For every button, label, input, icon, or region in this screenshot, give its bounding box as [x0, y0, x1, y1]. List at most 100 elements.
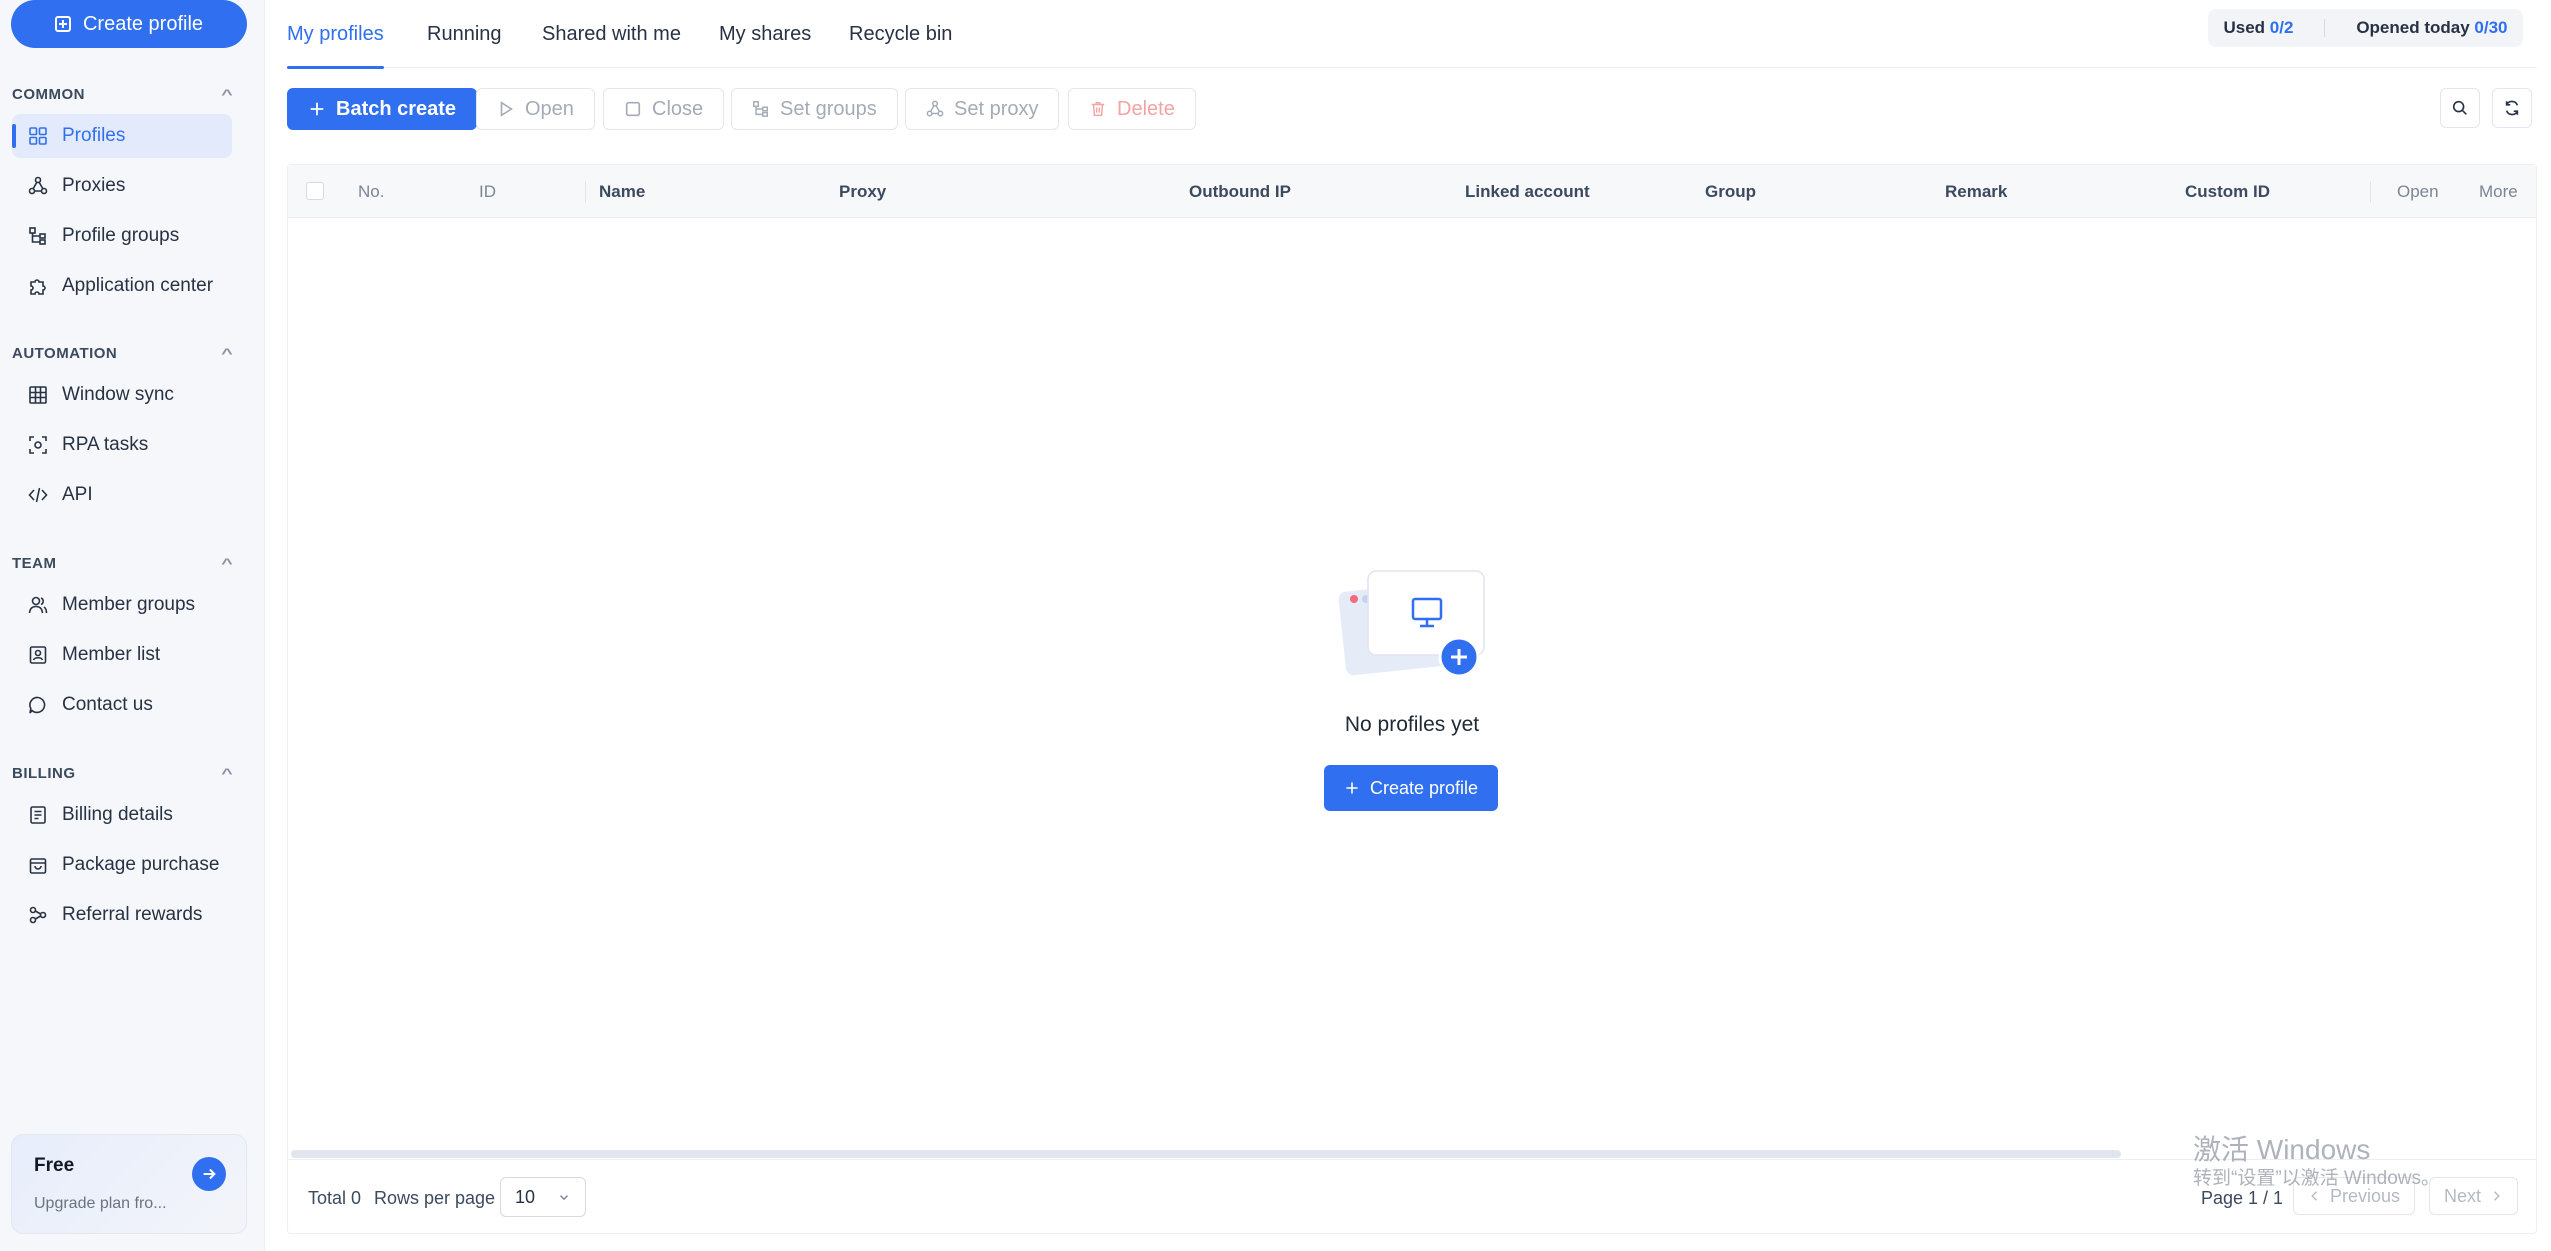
section-billing[interactable]: BILLING ^ — [12, 762, 234, 784]
set-groups-button[interactable]: Set groups — [731, 88, 898, 130]
tab-shared-with-me[interactable]: Shared with me — [542, 0, 681, 68]
chevron-up-icon: ^ — [221, 345, 234, 361]
chat-bubble-icon — [29, 696, 46, 714]
column-no[interactable]: No. — [358, 165, 384, 218]
section-automation-label: AUTOMATION — [12, 344, 118, 362]
refresh-button[interactable] — [2492, 88, 2532, 128]
top-tabs: My profiles Running Shared with me My sh… — [287, 0, 2537, 69]
rows-per-page-label: Rows per page — [374, 1187, 496, 1208]
upgrade-plan-card[interactable]: Free Upgrade plan fro... — [11, 1134, 247, 1234]
rows-per-page-select[interactable]: 10 — [500, 1177, 586, 1217]
next-page-button[interactable]: Next — [2429, 1177, 2519, 1215]
shopping-bag-icon — [29, 858, 47, 874]
tab-recycle-bin[interactable]: Recycle bin — [849, 0, 952, 68]
sidebar-item-rpa-tasks[interactable]: RPA tasks — [12, 423, 232, 467]
sidebar-item-proxies[interactable]: Proxies — [12, 164, 232, 208]
empty-state-text: No profiles yet — [1344, 713, 1480, 736]
trash-icon — [1091, 101, 1105, 117]
windows-activation-watermark: 激活 Windows — [2193, 1134, 2371, 1165]
opened-today-count: Opened today 0/30 — [2356, 18, 2508, 37]
tree-icon — [29, 227, 46, 245]
sidebar-item-label: API — [62, 484, 93, 505]
create-profile-label: Create profile — [82, 12, 204, 35]
select-all-checkbox[interactable] — [306, 182, 324, 200]
total-count: Total 0 — [308, 1187, 362, 1208]
search-button[interactable] — [2440, 88, 2480, 128]
sidebar-item-package-purchase[interactable]: Package purchase — [12, 843, 232, 887]
section-common[interactable]: COMMON ^ — [12, 83, 234, 105]
sidebar-item-label: RPA tasks — [62, 434, 149, 455]
sidebar-item-referral-rewards[interactable]: Referral rewards — [12, 893, 232, 937]
tab-running[interactable]: Running — [427, 0, 502, 68]
open-button[interactable]: Open — [476, 88, 595, 130]
column-custom-id[interactable]: Custom ID — [2185, 165, 2270, 218]
empty-monitor-illustration — [1338, 570, 1485, 678]
sidebar-item-label: Window sync — [62, 384, 174, 405]
share-link-icon — [29, 906, 47, 924]
search-icon — [2452, 100, 2467, 115]
column-more[interactable]: More — [2479, 165, 2518, 218]
play-icon — [500, 101, 513, 117]
batch-create-label: Batch create — [336, 97, 457, 120]
sidebar-item-member-groups[interactable]: Member groups — [12, 583, 232, 627]
close-label: Close — [652, 97, 704, 120]
delete-button[interactable]: Delete — [1068, 88, 1196, 130]
sidebar-item-label: Application center — [62, 275, 214, 296]
section-team[interactable]: TEAM ^ — [12, 552, 234, 574]
scan-icon — [29, 436, 47, 454]
sidebar-item-profile-groups[interactable]: Profile groups — [12, 214, 232, 258]
column-linked-account[interactable]: Linked account — [1465, 165, 1590, 218]
sidebar-item-label: Member groups — [62, 594, 196, 615]
sidebar-item-window-sync[interactable]: Window sync — [12, 373, 232, 417]
section-automation[interactable]: AUTOMATION ^ — [12, 342, 234, 364]
column-proxy[interactable]: Proxy — [839, 165, 886, 218]
sidebar-item-application-center[interactable]: Application center — [12, 264, 232, 308]
table-header: No. ID Name Proxy Outbound IP Linked acc… — [288, 165, 2536, 218]
code-icon — [28, 487, 48, 503]
column-group[interactable]: Group — [1705, 165, 1756, 218]
users-icon — [28, 596, 48, 614]
used-count: Used 0/2 — [2223, 18, 2294, 37]
sidebar-item-contact-us[interactable]: Contact us — [12, 683, 232, 727]
chevron-up-icon: ^ — [221, 555, 234, 571]
chevron-up-icon: ^ — [221, 86, 234, 102]
column-name[interactable]: Name — [599, 165, 645, 218]
sidebar-item-member-list[interactable]: Member list — [12, 633, 232, 677]
sidebar-item-label: Profiles — [62, 125, 126, 146]
refresh-icon — [2505, 100, 2519, 116]
column-outbound-ip[interactable]: Outbound IP — [1189, 165, 1291, 218]
plan-subtitle: Upgrade plan fro... — [34, 1195, 167, 1212]
table-grid-icon — [29, 386, 47, 404]
section-common-label: COMMON — [12, 85, 85, 103]
sidebar-item-billing-details[interactable]: Billing details — [12, 793, 232, 837]
column-divider[interactable] — [585, 181, 586, 203]
grid-icon — [29, 127, 47, 145]
arrow-right-icon[interactable] — [192, 1157, 226, 1191]
chevron-up-icon: ^ — [221, 765, 234, 781]
receipt-icon — [30, 806, 46, 824]
section-billing-label: BILLING — [12, 764, 76, 782]
tab-my-profiles[interactable]: My profiles — [287, 0, 384, 69]
create-profile-button[interactable]: Create profile — [11, 0, 247, 48]
empty-create-profile-button[interactable]: Create profile — [1324, 765, 1498, 811]
plus-icon — [310, 102, 324, 116]
next-label: Next — [2444, 1185, 2482, 1206]
column-divider — [2370, 181, 2371, 203]
set-proxy-button[interactable]: Set proxy — [905, 88, 1060, 130]
sidebar-item-label: Proxies — [62, 175, 126, 196]
tab-my-shares[interactable]: My shares — [719, 0, 811, 68]
horizontal-scrollbar[interactable] — [291, 1150, 2121, 1158]
batch-create-button[interactable]: Batch create — [287, 88, 478, 130]
sidebar-item-profiles[interactable]: Profiles — [12, 114, 232, 158]
column-open[interactable]: Open — [2397, 165, 2439, 218]
close-button[interactable]: Close — [603, 88, 725, 130]
sidebar-item-label: Package purchase — [62, 854, 220, 875]
stop-square-icon — [625, 101, 641, 117]
plus-square-icon — [54, 16, 71, 32]
puzzle-icon — [30, 279, 46, 295]
column-remark[interactable]: Remark — [1945, 165, 2007, 218]
sidebar-item-api[interactable]: API — [12, 473, 232, 517]
sidebar-item-label: Contact us — [62, 694, 153, 715]
column-id[interactable]: ID — [479, 165, 496, 218]
sidebar-item-label: Billing details — [62, 804, 173, 825]
